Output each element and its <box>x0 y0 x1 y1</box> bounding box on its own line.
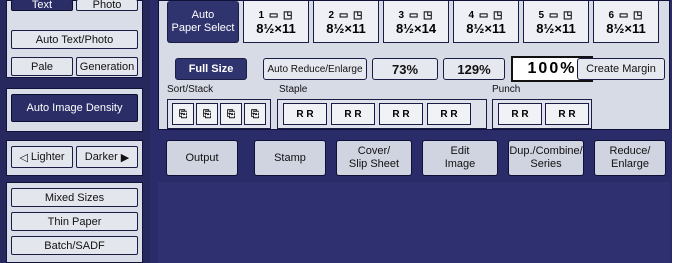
tab-stamp[interactable]: Stamp <box>254 140 326 176</box>
ratio-73-button[interactable]: 73% <box>372 58 438 80</box>
tray-6-label: 6 ▭ ◳ <box>608 10 644 21</box>
tray-4-label: 4 ▭ ◳ <box>468 10 504 21</box>
tab-edit-image[interactable]: Edit Image <box>422 140 498 176</box>
rotate-stack-icon[interactable]: ⎘ <box>244 103 266 125</box>
stack-icon[interactable]: ⎘ <box>220 103 242 125</box>
auto-image-density-button[interactable]: Auto Image Density <box>11 94 138 122</box>
tray-5-label: 5 ▭ ◳ <box>538 10 574 21</box>
tray-6-button[interactable]: 6 ▭ ◳ 8½×11 <box>593 1 659 43</box>
staple-top-left-icon[interactable]: R R <box>283 103 327 125</box>
sort-stack-label: Sort/Stack <box>167 84 214 95</box>
full-size-button[interactable]: Full Size <box>175 58 247 80</box>
darker-button[interactable]: Darker ▶ <box>76 146 138 168</box>
mixed-sizes-button[interactable]: Mixed Sizes <box>11 188 138 207</box>
sort-icon[interactable]: ⎘ <box>172 103 194 125</box>
auto-reduce-enlarge-button[interactable]: Auto Reduce/Enlarge <box>263 58 367 80</box>
pale-button[interactable]: Pale <box>11 57 73 76</box>
generation-button[interactable]: Generation <box>76 57 138 76</box>
tray-1-button[interactable]: 1 ▭ ◳ 8½×11 <box>243 1 309 43</box>
auto-paper-select-button[interactable]: Auto Paper Select <box>167 1 239 43</box>
tab-reduce-enlarge[interactable]: Reduce/ Enlarge <box>594 140 666 176</box>
staple-label: Staple <box>279 84 308 95</box>
lighter-button[interactable]: ◁ Lighter <box>11 146 73 168</box>
punch-top-icon[interactable]: R R <box>545 103 589 125</box>
batch-sadf-button[interactable]: Batch/SADF <box>11 236 138 255</box>
staple-two-left-icon[interactable]: R R <box>379 103 423 125</box>
punch-label: Punch <box>492 84 521 95</box>
create-margin-button[interactable]: Create Margin <box>577 58 665 80</box>
tray-2-label: 2 ▭ ◳ <box>328 10 364 21</box>
paper-ratio-panel: Auto Paper Select 1 ▭ ◳ 8½×11 2 ▭ ◳ 8½×1… <box>158 0 670 130</box>
main-area: Auto Paper Select 1 ▭ ◳ 8½×11 2 ▭ ◳ 8½×1… <box>150 0 672 263</box>
tray-4-button[interactable]: 4 ▭ ◳ 8½×11 <box>453 1 519 43</box>
tab-output[interactable]: Output <box>166 140 238 176</box>
ratio-129-button[interactable]: 129% <box>443 58 505 80</box>
tray-2-button[interactable]: 2 ▭ ◳ 8½×11 <box>313 1 379 43</box>
tray-3-button[interactable]: 3 ▭ ◳ 8½×14 <box>383 1 449 43</box>
copier-screen: Text Photo Auto Text/Photo Pale Generati… <box>0 0 678 263</box>
screen-edge <box>672 0 678 263</box>
tray-3-size: 8½×14 <box>395 21 437 36</box>
thin-paper-button[interactable]: Thin Paper <box>11 212 138 231</box>
tray-6-size: 8½×11 <box>606 21 646 36</box>
darker-arrow-icon: ▶ <box>120 151 130 164</box>
tray-2-size: 8½×11 <box>326 21 366 36</box>
rotate-sort-icon[interactable]: ⎘ <box>196 103 218 125</box>
darker-label: Darker <box>84 151 118 163</box>
staple-top-right-icon[interactable]: R R <box>331 103 375 125</box>
text-mode-button[interactable]: Text <box>11 0 73 11</box>
auto-text-photo-button[interactable]: Auto Text/Photo <box>11 30 138 49</box>
staple-two-top-icon[interactable]: R R <box>427 103 471 125</box>
punch-left-icon[interactable]: R R <box>498 103 542 125</box>
tray-5-size: 8½×11 <box>536 21 576 36</box>
tray-5-button[interactable]: 5 ▭ ◳ 8½×11 <box>523 1 589 43</box>
sidebar: Text Photo Auto Text/Photo Pale Generati… <box>0 0 150 263</box>
tray-1-size: 8½×11 <box>256 21 296 36</box>
tab-cover-slip-sheet[interactable]: Cover/ Slip Sheet <box>336 140 412 176</box>
lighter-arrow-icon: ◁ <box>19 151 28 164</box>
tray-1-label: 1 ▭ ◳ <box>258 10 294 21</box>
content-area <box>158 182 670 263</box>
tray-3-label: 3 ▭ ◳ <box>398 10 434 21</box>
photo-mode-button[interactable]: Photo <box>76 0 138 11</box>
tab-dup-combine-series[interactable]: Dup./Combine/ Series <box>508 140 584 176</box>
tray-4-size: 8½×11 <box>466 21 506 36</box>
lighter-label: Lighter <box>30 151 65 163</box>
